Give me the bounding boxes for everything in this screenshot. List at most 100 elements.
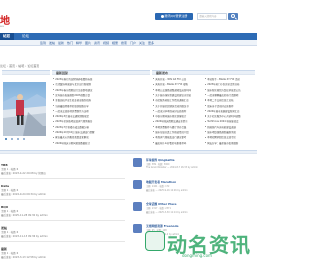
list-item[interactable]: 京津冀协同发展与北京出行新规则: [53, 83, 149, 86]
bullet-icon: [53, 104, 55, 106]
site-logo[interactable]: 地: [0, 12, 10, 27]
list-item[interactable]: 当前最值得推荐的旅游线路分享: [53, 105, 149, 108]
list-item[interactable]: 天天开发 - Blade XY FIX 攻略: [153, 83, 203, 86]
list-item[interactable]: 2023年春节假期出行注意事项建议: [53, 89, 149, 92]
forum-last-post[interactable]: 最后发表: 2023-11-13 09:36 by admin: [1, 234, 126, 238]
list-item-text: 周末亲子活动好去处推荐: [207, 104, 234, 108]
list-item-text: 网友分享：最美城市街景摄影: [207, 141, 239, 145]
list-item[interactable]: 市民服务热线工作情况通报汇总: [153, 99, 203, 102]
forum-last-post[interactable]: 最后发表 — 2025-3-30 11:14 by admin: [146, 210, 254, 214]
list-item[interactable]: 一起来聊聊最近的热门话题吧: [205, 94, 255, 97]
subnav-link[interactable]: 图片: [85, 41, 91, 45]
list-item[interactable]: 新能源汽车充电桩建设进展: [205, 126, 255, 129]
list-item[interactable]: 最近有什么好看的电影推荐吗: [153, 142, 203, 145]
list-item[interactable]: 本地公交线路调整通知及运营时间: [153, 89, 203, 92]
list-item[interactable]: 中秋节期间城市景区游客统计: [153, 115, 203, 118]
subnav-link[interactable]: 热门: [67, 41, 73, 45]
list-item[interactable]: 网友分享：最美城市街景摄影: [205, 142, 255, 145]
bullet-icon: [53, 141, 55, 143]
list-item[interactable]: 关于开展全民健身活动的倡议书: [153, 105, 203, 108]
bullet-icon: [53, 94, 55, 96]
bullet-icon: [53, 99, 55, 101]
list-item[interactable]: 2023年全国各地高温天气预测报告: [53, 120, 149, 123]
list-item[interactable]: 2023年施行的宠物饲养收费新标准: [53, 78, 149, 81]
list-item[interactable]: 宜宾城市发展规划2023调整方案: [53, 94, 149, 97]
latest-replies-title: 最新回复: [56, 70, 69, 75]
subnav-link[interactable]: 精华: [76, 41, 82, 45]
search-input[interactable]: 请输入搜索内容: [197, 13, 227, 20]
list-item[interactable]: 一起来交流各地美食制作方法吧: [53, 110, 149, 113]
list-item[interactable]: 2024年国庆假期交通安全提示: [153, 120, 203, 123]
watermark-logo: [145, 231, 165, 251]
forum-section-header: [0, 150, 257, 154]
list-item[interactable]: 本地二手交易信息汇总帖: [205, 99, 255, 102]
bullet-icon: [53, 131, 55, 133]
list-item[interactable]: 城市新区规划方案征求意见公告: [205, 89, 255, 92]
forum-last-post[interactable]: 最后发表: 2024-9-24 09:34 by admin: [1, 192, 126, 196]
nav-item-home[interactable]: 帖如: [3, 34, 10, 39]
list-item-text: 2023年全国各地高温天气预测报告: [55, 120, 93, 124]
subnav-link[interactable]: 视频: [103, 41, 109, 45]
photo-thumbnails: [4, 137, 48, 142]
subnav-link[interactable]: 关注: [139, 41, 145, 45]
list-item[interactable]: 城市垃圾分类工作推进情况介绍: [153, 131, 203, 134]
bullet-icon: [53, 83, 55, 85]
bullet-icon: [153, 110, 155, 112]
subnav-link[interactable]: 更多: [148, 41, 154, 45]
list-item[interactable]: 本地招聘求职信息交流专区: [205, 136, 255, 139]
featured-photo[interactable]: [3, 82, 46, 136]
list-item[interactable]: 2024年国庆节期间旅游数据统计: [53, 142, 149, 145]
qq-login-button[interactable]: 腾讯QQ登录注册: [155, 13, 193, 20]
list-item[interactable]: 2024年10月10日 城市交通出行提醒: [53, 131, 149, 134]
subnav-link[interactable]: 门户: [130, 41, 136, 45]
list-item-text: 城市地铁线路规划最新消息: [207, 131, 236, 134]
subnav-link[interactable]: 相册: [112, 41, 118, 45]
list-item[interactable]: Techfocus 2024 科技展览会: [205, 120, 255, 123]
list-item-text: 最近有什么好看的电影推荐吗: [155, 141, 187, 145]
list-item[interactable]: 城市地铁线路规划最新消息: [205, 131, 255, 134]
list-item[interactable]: 本站新手 - Blade XY FIX 活动: [205, 78, 255, 81]
subnav-link[interactable]: 签到: [40, 41, 46, 45]
list-item-text: 宜宾城市发展规划2023调整方案: [55, 93, 90, 97]
list-item[interactable]: 本周天气预报及出行建议参考: [153, 136, 203, 139]
subnav-link[interactable]: 搜索: [121, 41, 127, 45]
sub-nav: [0, 40, 257, 46]
list-item[interactable]: 周末亲子活动好去处推荐: [205, 105, 255, 108]
bullet-icon: [205, 78, 207, 80]
list-item-text: 市民服务热线工作情况通报汇总: [155, 99, 189, 103]
list-item[interactable]: 全省高校毕业生就业创业服务指南: [53, 99, 149, 102]
list-item-text: 城市垃圾分类工作推进情况介绍: [155, 131, 189, 134]
list-item[interactable]: 本地美食推荐与餐厅评价合集: [153, 126, 203, 129]
forum-last-post[interactable]: 最后发表 — 2025-9-16 12:26 by admin: [146, 188, 254, 192]
list-item-text: 本地公交线路调整通知及运营时间: [155, 88, 192, 92]
bullet-icon: [205, 136, 207, 138]
bullet-icon: [153, 115, 155, 117]
list-item[interactable]: 2024年城市发展建设新闻汇总: [205, 110, 255, 113]
forum-icon[interactable]: [133, 202, 142, 211]
list-item[interactable]: 一起来分享本周末好去处推荐: [153, 110, 203, 113]
subnav-link[interactable]: 资讯: [94, 41, 100, 45]
thumbnail[interactable]: [4, 137, 8, 141]
list-item[interactable]: 关于社区服务中心开放时间调整: [205, 115, 255, 118]
list-item[interactable]: 天天开发 - 3DS GX FIX 公告: [153, 78, 203, 81]
list-item[interactable]: 关于城市绿化带建设的建议讨论帖: [153, 94, 203, 97]
thumbnail[interactable]: [22, 137, 26, 141]
nav-item-forum[interactable]: 论坛: [22, 34, 29, 39]
bullet-icon: [153, 141, 155, 143]
thumbnail[interactable]: [16, 137, 20, 141]
forum-icon[interactable]: [133, 180, 142, 189]
forum-last-post[interactable]: 最后发表: 2023-3-13 12:58 by admin: [1, 255, 126, 259]
photo-panel-header: [2, 70, 50, 75]
subnav-link[interactable]: 发帖: [49, 41, 55, 45]
forum-icon[interactable]: [133, 224, 142, 233]
thumbnail[interactable]: [10, 137, 14, 141]
forum-last-post[interactable]: The Grand Rooster — 2024-8-7 16:33 by ad…: [146, 166, 254, 169]
forum-last-post[interactable]: 最后发表: 2025-11-28 09:30 by admin: [1, 213, 126, 217]
subnav-link[interactable]: 最新: [58, 41, 64, 45]
list-item[interactable]: 家长最关心的教育政策变化解读: [53, 136, 149, 139]
list-item[interactable]: 2024年3月城市交通管理新规定: [53, 115, 149, 118]
forum-icon[interactable]: [133, 158, 142, 167]
list-item[interactable]: 2023年热门小区房价走势分析: [205, 83, 255, 86]
forum-last-post[interactable]: 最后发表: 2023-4-22 20:08 by 管理员: [1, 171, 126, 175]
list-item[interactable]: 2023年7月份楼市成交数据分析: [53, 126, 149, 129]
